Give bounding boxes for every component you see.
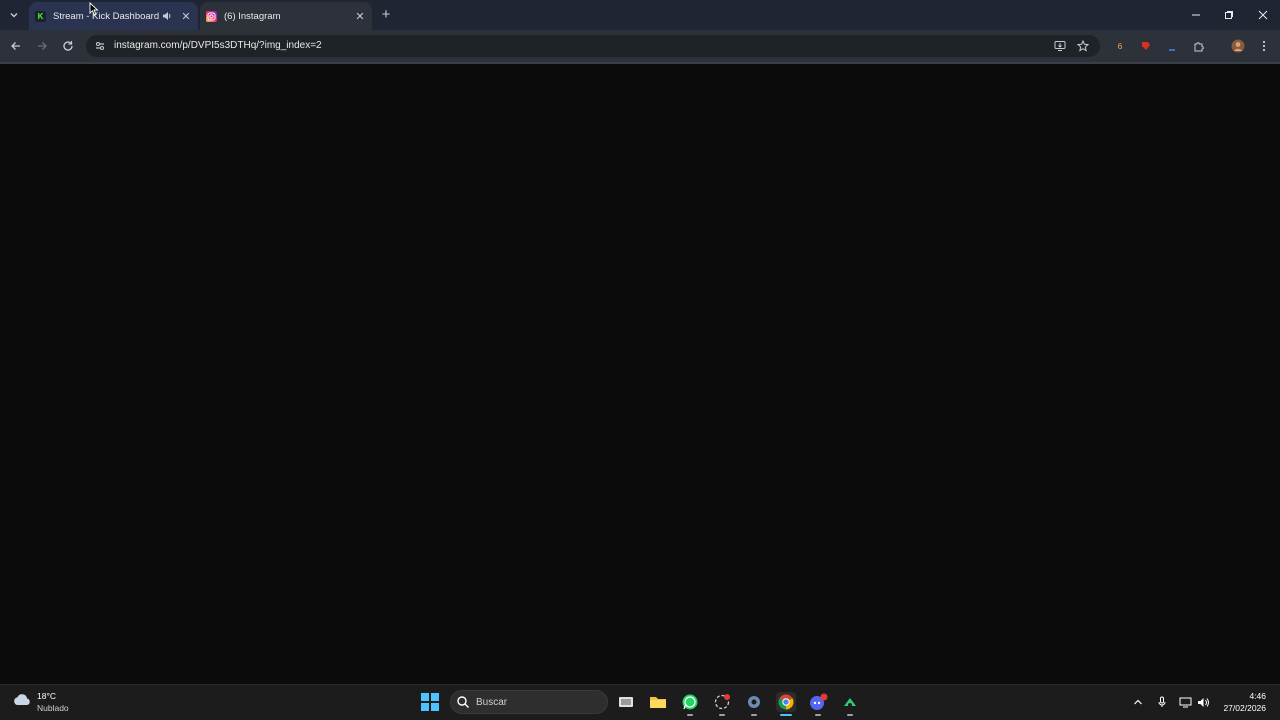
windows-taskbar xyxy=(0,684,1280,720)
profile-avatar[interactable] xyxy=(1230,38,1246,54)
page-content-viewport[interactable] xyxy=(0,64,1280,684)
taskbar-search-box[interactable] xyxy=(450,690,608,714)
network-icon[interactable] xyxy=(1178,695,1192,709)
active-indicator xyxy=(780,714,792,716)
minimize-icon[interactable] xyxy=(1186,6,1206,24)
taskbar-search-placeholder: Buscar xyxy=(476,697,508,708)
taskbar-clock-date[interactable]: 27/02/2026 xyxy=(1216,703,1266,713)
windows-start-icon[interactable] xyxy=(421,693,439,711)
kick-logo-icon: K xyxy=(35,10,46,22)
close-tab-icon[interactable]: ✕ xyxy=(354,10,366,23)
cloud-icon[interactable] xyxy=(12,692,32,708)
back-icon[interactable] xyxy=(8,38,24,54)
reload-icon[interactable] xyxy=(60,38,76,54)
running-indicator xyxy=(687,714,693,716)
tab-search-dropdown-icon[interactable] xyxy=(4,5,24,25)
forward-icon[interactable] xyxy=(34,38,50,54)
extension-red-icon[interactable] xyxy=(1138,38,1154,54)
url-text[interactable]: instagram.com/p/DVPI5s3DTHq/?img_index=2 xyxy=(114,40,322,51)
tab-instagram[interactable]: (6) Instagram ✕ xyxy=(200,2,372,30)
site-info-icon[interactable] xyxy=(92,38,108,54)
extensions-puzzle-icon[interactable] xyxy=(1191,38,1207,54)
show-hidden-icons-chevron-icon[interactable] xyxy=(1131,695,1145,709)
taskbar-clock-time[interactable]: 4:46 xyxy=(1230,691,1266,701)
task-view-icon[interactable] xyxy=(616,692,636,712)
new-tab-button[interactable]: + xyxy=(378,6,394,24)
discord-icon[interactable] xyxy=(808,692,828,712)
tab-title: Stream - Kick Dashboard xyxy=(53,10,160,22)
chrome-icon[interactable] xyxy=(776,692,796,712)
settings-icon[interactable] xyxy=(744,692,764,712)
tab-kick-dashboard[interactable]: K Stream - Kick Dashboard ✕ xyxy=(29,2,198,30)
running-indicator xyxy=(847,714,853,716)
extension-6-icon[interactable]: 6 xyxy=(1112,38,1128,54)
volume-icon[interactable] xyxy=(1196,695,1210,709)
extension-blue-icon[interactable] xyxy=(1164,38,1180,54)
install-app-icon[interactable] xyxy=(1052,38,1068,54)
bookmark-star-icon[interactable] xyxy=(1075,38,1091,54)
mouse-cursor-icon xyxy=(89,1,99,16)
close-tab-icon[interactable]: ✕ xyxy=(180,10,192,23)
speaker-icon[interactable] xyxy=(162,11,174,21)
instagram-logo-icon xyxy=(206,10,217,22)
microphone-icon[interactable] xyxy=(1155,695,1169,709)
weather-temperature[interactable]: 18°C xyxy=(37,691,56,701)
running-indicator xyxy=(719,714,725,716)
tab-title: (6) Instagram xyxy=(224,10,281,22)
search-icon xyxy=(456,695,470,709)
file-explorer-icon[interactable] xyxy=(648,692,668,712)
whatsapp-icon[interactable] xyxy=(680,692,700,712)
green-app-icon[interactable] xyxy=(840,692,860,712)
menu-kebab-icon[interactable] xyxy=(1256,38,1272,54)
running-indicator xyxy=(815,714,821,716)
weather-condition[interactable]: Nublado xyxy=(37,703,69,713)
restore-icon[interactable] xyxy=(1219,6,1239,24)
close-window-icon[interactable] xyxy=(1253,6,1273,24)
app-red-dot-icon[interactable] xyxy=(712,692,732,712)
running-indicator xyxy=(751,714,757,716)
